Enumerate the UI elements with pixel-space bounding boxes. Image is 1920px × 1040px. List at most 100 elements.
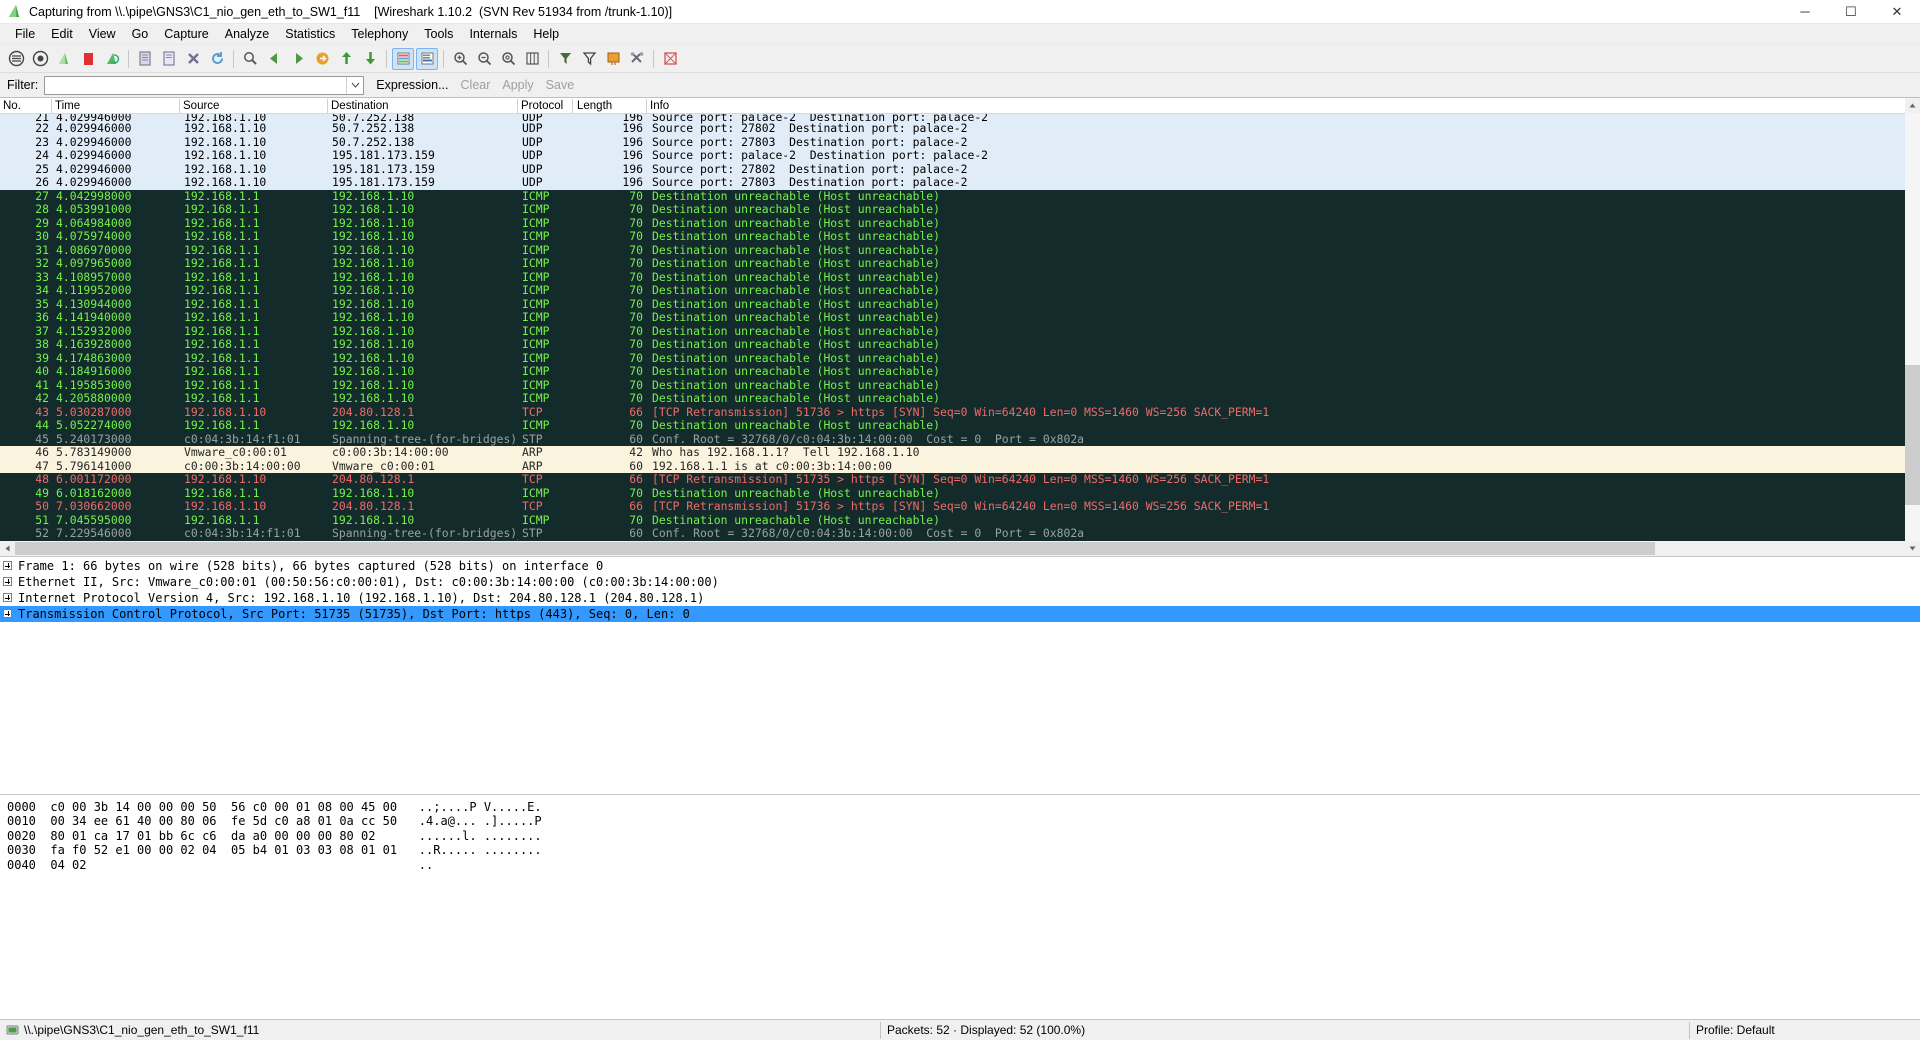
- packet-bytes-pane[interactable]: 0000 c0 00 3b 14 00 00 00 50 56 c0 00 01…: [0, 795, 1920, 1020]
- maximize-button[interactable]: ☐: [1828, 0, 1874, 24]
- table-row[interactable]: 394.174863000192.168.1.1192.168.1.10ICMP…: [0, 352, 1920, 366]
- table-row[interactable]: 224.029946000192.168.1.1050.7.252.138UDP…: [0, 122, 1920, 136]
- detail-tree-row[interactable]: Internet Protocol Version 4, Src: 192.16…: [0, 590, 1920, 606]
- close-button[interactable]: ✕: [1874, 0, 1920, 24]
- expand-plus-icon[interactable]: [3, 609, 12, 618]
- apply-button[interactable]: Apply: [502, 78, 533, 92]
- scroll-left-icon[interactable]: [0, 541, 15, 556]
- table-row[interactable]: 384.163928000192.168.1.1192.168.1.10ICMP…: [0, 338, 1920, 352]
- packet-list-horizontal-scrollbar[interactable]: [0, 541, 1920, 556]
- packet-list-vertical-scrollbar[interactable]: [1905, 98, 1920, 556]
- zoom-in-icon[interactable]: [449, 48, 471, 70]
- find-packet-icon[interactable]: [239, 48, 261, 70]
- vertical-scroll-track[interactable]: [1905, 113, 1920, 541]
- stop-capture-icon[interactable]: [77, 48, 99, 70]
- packet-list-rows[interactable]: 214.029946000192.168.1.1050.7.252.138UDP…: [0, 114, 1920, 541]
- open-file-icon[interactable]: [134, 48, 156, 70]
- scroll-down-icon[interactable]: [1905, 541, 1920, 556]
- menu-file[interactable]: File: [7, 25, 43, 44]
- table-row[interactable]: 435.030287000192.168.1.10204.80.128.1TCP…: [0, 406, 1920, 420]
- zoom-out-icon[interactable]: [473, 48, 495, 70]
- packet-details-pane[interactable]: Frame 1: 66 bytes on wire (528 bits), 66…: [0, 557, 1920, 795]
- table-row[interactable]: 374.152932000192.168.1.1192.168.1.10ICMP…: [0, 325, 1920, 339]
- table-row[interactable]: 424.205880000192.168.1.1192.168.1.10ICMP…: [0, 392, 1920, 406]
- colorize-icon[interactable]: [392, 48, 414, 70]
- table-row[interactable]: 475.796141000c0:00:3b:14:00:00Vmware_c0:…: [0, 460, 1920, 474]
- column-header-protocol[interactable]: Protocol: [518, 98, 573, 114]
- column-header-destination[interactable]: Destination: [328, 98, 518, 114]
- go-to-packet-icon[interactable]: [311, 48, 333, 70]
- clear-button[interactable]: Clear: [461, 78, 491, 92]
- help-contents-icon[interactable]: [659, 48, 681, 70]
- hexdump-row[interactable]: 0040 04 02 ..: [7, 858, 1920, 873]
- menu-go[interactable]: Go: [124, 25, 157, 44]
- table-row[interactable]: 517.045595000192.168.1.1192.168.1.10ICMP…: [0, 514, 1920, 528]
- go-forward-icon[interactable]: [287, 48, 309, 70]
- table-row[interactable]: 486.001172000192.168.1.10204.80.128.1TCP…: [0, 473, 1920, 487]
- filter-combobox[interactable]: [44, 76, 364, 95]
- menu-edit[interactable]: Edit: [43, 25, 81, 44]
- table-row[interactable]: 264.029946000192.168.1.10195.181.173.159…: [0, 176, 1920, 190]
- table-row[interactable]: 324.097965000192.168.1.1192.168.1.10ICMP…: [0, 257, 1920, 271]
- table-row[interactable]: 344.119952000192.168.1.1192.168.1.10ICMP…: [0, 284, 1920, 298]
- minimize-button[interactable]: ─: [1782, 0, 1828, 24]
- go-first-packet-icon[interactable]: [335, 48, 357, 70]
- column-header-length[interactable]: Length: [573, 98, 647, 114]
- capture-options-icon[interactable]: [29, 48, 51, 70]
- preferences-icon[interactable]: [626, 48, 648, 70]
- hexdump-row[interactable]: 0030 fa f0 52 e1 00 00 02 04 05 b4 01 03…: [7, 843, 1920, 858]
- table-row[interactable]: 496.018162000192.168.1.1192.168.1.10ICMP…: [0, 487, 1920, 501]
- coloring-rules-icon[interactable]: [602, 48, 624, 70]
- table-row[interactable]: 284.053991000192.168.1.1192.168.1.10ICMP…: [0, 203, 1920, 217]
- resize-columns-icon[interactable]: [521, 48, 543, 70]
- column-header-source[interactable]: Source: [180, 98, 328, 114]
- scroll-up-icon[interactable]: [1905, 98, 1920, 113]
- go-back-icon[interactable]: [263, 48, 285, 70]
- interfaces-icon[interactable]: [5, 48, 27, 70]
- table-row[interactable]: 465.783149000Vmware_c0:00:01c0:00:3b:14:…: [0, 446, 1920, 460]
- go-last-packet-icon[interactable]: [359, 48, 381, 70]
- hexdump-row[interactable]: 0000 c0 00 3b 14 00 00 00 50 56 c0 00 01…: [7, 800, 1920, 815]
- detail-tree-row[interactable]: Transmission Control Protocol, Src Port:…: [0, 606, 1920, 622]
- close-file-icon[interactable]: [182, 48, 204, 70]
- table-row[interactable]: 294.064984000192.168.1.1192.168.1.10ICMP…: [0, 217, 1920, 231]
- vertical-scroll-thumb[interactable]: [1905, 365, 1920, 505]
- table-row[interactable]: 314.086970000192.168.1.1192.168.1.10ICMP…: [0, 244, 1920, 258]
- menu-telephony[interactable]: Telephony: [343, 25, 416, 44]
- expand-plus-icon[interactable]: [3, 561, 12, 570]
- expression-button[interactable]: Expression...: [376, 78, 448, 92]
- save-file-icon[interactable]: [158, 48, 180, 70]
- table-row[interactable]: 274.042998000192.168.1.1192.168.1.10ICMP…: [0, 190, 1920, 204]
- table-row[interactable]: 354.130944000192.168.1.1192.168.1.10ICMP…: [0, 298, 1920, 312]
- column-header-no[interactable]: No.: [0, 98, 52, 114]
- expand-plus-icon[interactable]: [3, 593, 12, 602]
- menu-internals[interactable]: Internals: [461, 25, 525, 44]
- status-profile[interactable]: Profile: Default: [1690, 1020, 1920, 1040]
- horizontal-scroll-thumb[interactable]: [15, 542, 1655, 555]
- detail-tree-row[interactable]: Ethernet II, Src: Vmware_c0:00:01 (00:50…: [0, 574, 1920, 590]
- detail-tree-row[interactable]: Frame 1: 66 bytes on wire (528 bits), 66…: [0, 558, 1920, 574]
- save-button[interactable]: Save: [546, 78, 575, 92]
- table-row[interactable]: 455.240173000c0:04:3b:14:f1:01Spanning-t…: [0, 433, 1920, 447]
- menu-tools[interactable]: Tools: [416, 25, 461, 44]
- table-row[interactable]: 304.075974000192.168.1.1192.168.1.10ICMP…: [0, 230, 1920, 244]
- menu-view[interactable]: View: [81, 25, 124, 44]
- table-row[interactable]: 445.052274000192.168.1.1192.168.1.10ICMP…: [0, 419, 1920, 433]
- capture-filters-icon[interactable]: [554, 48, 576, 70]
- column-header-info[interactable]: Info: [647, 98, 1920, 114]
- horizontal-scroll-track[interactable]: [15, 541, 1905, 556]
- display-filters-icon[interactable]: [578, 48, 600, 70]
- expand-plus-icon[interactable]: [3, 577, 12, 586]
- start-capture-icon[interactable]: [53, 48, 75, 70]
- zoom-reset-icon[interactable]: [497, 48, 519, 70]
- status-capture-source[interactable]: \\.\pipe\GNS3\C1_nio_gen_eth_to_SW1_f11: [0, 1020, 880, 1040]
- table-row[interactable]: 507.030662000192.168.1.10204.80.128.1TCP…: [0, 500, 1920, 514]
- column-header-time[interactable]: Time: [52, 98, 180, 114]
- table-row[interactable]: 234.029946000192.168.1.1050.7.252.138UDP…: [0, 136, 1920, 150]
- table-row[interactable]: 214.029946000192.168.1.1050.7.252.138UDP…: [0, 114, 1920, 122]
- filter-input[interactable]: [45, 77, 346, 94]
- hexdump-row[interactable]: 0020 80 01 ca 17 01 bb 6c c6 da a0 00 00…: [7, 829, 1920, 844]
- chevron-down-icon[interactable]: [346, 77, 363, 94]
- menu-help[interactable]: Help: [525, 25, 567, 44]
- restart-capture-icon[interactable]: [101, 48, 123, 70]
